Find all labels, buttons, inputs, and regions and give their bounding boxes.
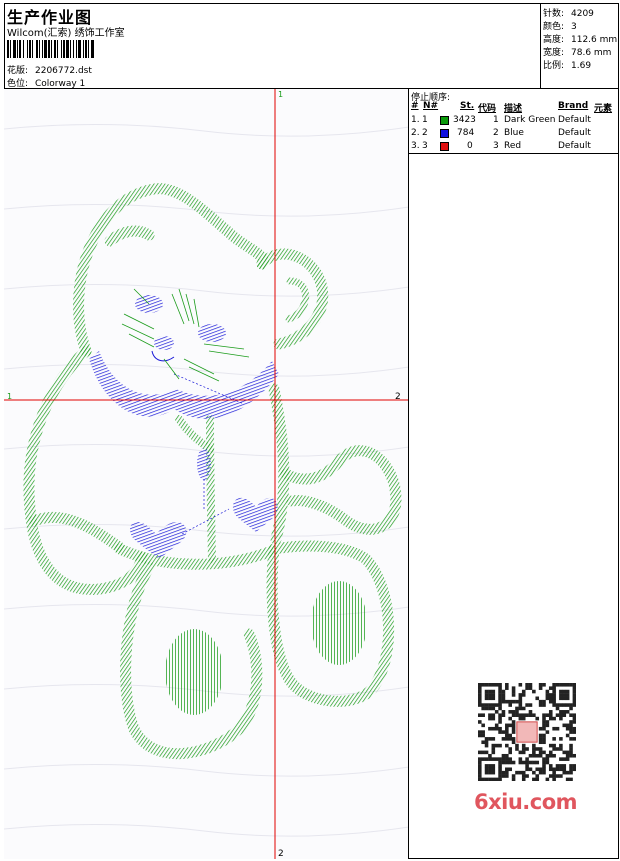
bear-nose (154, 336, 174, 350)
colorway-label: 色位: (7, 79, 29, 89)
crosshair-label-left: 1 (7, 392, 12, 401)
color-row: 1. 1 3423 1 Dark Green Default (409, 115, 619, 128)
width-value: 78.6 mm (571, 48, 612, 58)
header-st: St. (460, 101, 475, 111)
row-stitches: 784 (457, 128, 475, 138)
row-stitches: 0 (467, 141, 473, 151)
row-desc: Blue (504, 128, 524, 138)
row-brand: Default (558, 128, 591, 138)
scale-stat: 比例: 1.69 (543, 58, 591, 71)
row-num: 2. (411, 128, 420, 138)
colors-value: 3 (571, 22, 577, 32)
header-chart: 元素 (594, 104, 613, 114)
width-label: 宽度: (543, 48, 565, 58)
color-swatch (440, 142, 449, 151)
background-texture (4, 123, 408, 837)
row-no: 1 (422, 115, 428, 125)
header-brand: Brand (558, 101, 589, 111)
width-stat: 宽度: 78.6 mm (543, 45, 611, 58)
row-stitches: 3423 (453, 115, 476, 125)
barcode (7, 40, 145, 58)
colors-stat: 颜色: 3 (543, 19, 577, 32)
row-num: 3. (411, 141, 420, 151)
row-desc: Red (504, 141, 522, 151)
crosshair-label-top: 1 (278, 90, 283, 99)
bear-arm-right (280, 445, 402, 535)
design-preview: 1 2 1 2 (4, 89, 409, 859)
heart-right (232, 497, 278, 532)
header-code: 代码 (478, 104, 497, 114)
row-num: 1. (411, 115, 420, 125)
barcode-bar (94, 40, 95, 58)
file-label: 花版: (7, 66, 29, 76)
foot-pad-right (311, 581, 367, 665)
qr-code (478, 683, 576, 781)
color-table-header: # N# St. 代码 描述 Brand 元素 (409, 101, 619, 114)
bear-vest-line-2 (175, 415, 214, 453)
row-brand: Default (558, 141, 591, 151)
bear-mouth (151, 350, 175, 362)
scale-label: 比例: (543, 61, 565, 71)
bear-arm-left (28, 511, 125, 553)
bear-ear-left (104, 225, 155, 247)
crosshair-label-bottom: 2 (278, 849, 284, 859)
file-value: 2206772.dst (35, 66, 92, 76)
row-desc: Dark Green (504, 115, 556, 125)
row-no: 2 (422, 128, 428, 138)
row-brand: Default (558, 115, 591, 125)
header-panel: 生产作业图 Wilcom(汇索) 绣饰工作室 花版: 2206772.dst 色位… (4, 3, 541, 89)
row-code: 1 (493, 115, 499, 125)
row-code: 3 (493, 141, 499, 151)
color-swatch (440, 129, 449, 138)
qr-center-logo (516, 721, 538, 743)
bear-head-outline (73, 183, 269, 357)
header-num: # (411, 101, 419, 111)
stats-panel: 针数: 4209 颜色: 3 高度: 112.6 mm 宽度: 78.6 mm 比例: 1… (541, 3, 619, 89)
stitches-value: 4209 (571, 9, 594, 19)
embroidery-preview: 1 2 1 2 (4, 89, 408, 859)
crosshair-label-right: 2 (395, 392, 401, 402)
foot-pad-left (165, 629, 223, 715)
bear-collar (89, 351, 279, 419)
colorway-info: 色位: Colorway 1 (7, 76, 85, 89)
watermark-logo: 6xiu.com (474, 790, 578, 814)
bear-vest-line (206, 415, 216, 563)
file-info: 花版: 2206772.dst (7, 63, 92, 76)
stitches-stat: 针数: 4209 (543, 6, 594, 19)
bear-button (197, 448, 211, 480)
header-no: N# (423, 101, 439, 111)
height-label: 高度: (543, 35, 565, 45)
studio-name: Wilcom(汇索) 绣饰工作室 (7, 28, 125, 39)
row-no: 3 (422, 141, 428, 151)
stitches-label: 针数: (543, 9, 565, 19)
colorway-value: Colorway 1 (35, 79, 86, 89)
header-desc: 描述 (504, 104, 523, 114)
height-stat: 高度: 112.6 mm (543, 32, 617, 45)
bear-belly-band (114, 543, 278, 570)
row-code: 2 (493, 128, 499, 138)
color-row: 2. 2 784 2 Blue Default (409, 128, 619, 141)
color-swatch (440, 116, 449, 125)
bear-ear-right-inner (285, 277, 309, 323)
color-table-divider (409, 153, 619, 154)
bear-ear-right (256, 248, 329, 350)
colors-label: 颜色: (543, 22, 565, 32)
scale-value: 1.69 (571, 61, 592, 71)
height-value: 112.6 mm (571, 35, 618, 45)
bear-eye-right (198, 324, 226, 342)
